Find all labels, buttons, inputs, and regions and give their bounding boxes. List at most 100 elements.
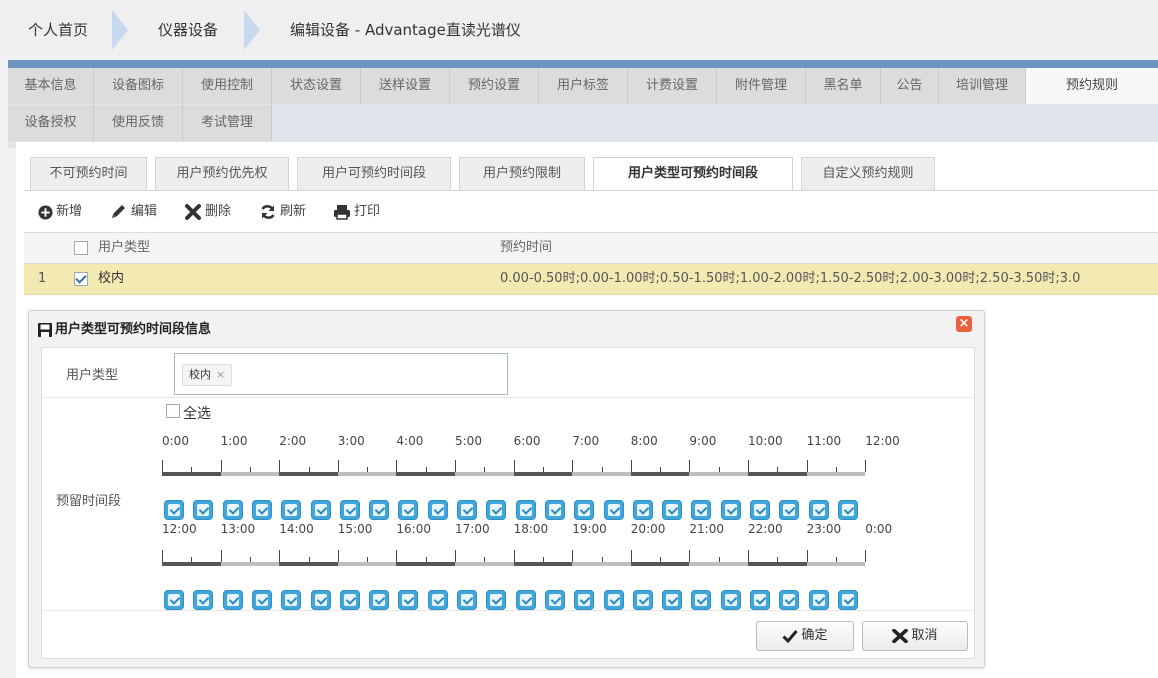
time-slot-checkbox[interactable] [779, 500, 800, 520]
subtab-usertype-time-slots[interactable]: 用户类型可预约时间段 [593, 157, 793, 191]
time-slot-checkbox[interactable] [222, 500, 243, 520]
printer-icon [334, 205, 350, 220]
time-slot-checkbox[interactable] [193, 500, 214, 520]
timeline-segment [337, 562, 397, 566]
time-slot-checkbox[interactable] [603, 590, 624, 610]
subtab-user-priority[interactable]: 用户预约优先权 [155, 157, 289, 190]
breadcrumb-home[interactable]: 个人首页 [28, 10, 88, 50]
column-header-user-type[interactable]: 用户类型 [98, 233, 150, 263]
cancel-button[interactable]: 取消 [862, 621, 968, 651]
time-slot-checkbox[interactable] [164, 590, 184, 610]
time-slot-checkbox[interactable] [222, 590, 243, 610]
timeline-segment [748, 562, 807, 566]
time-slot-checkbox[interactable] [750, 590, 770, 610]
tab-announcement[interactable]: 公告 [881, 68, 939, 104]
subtab-custom-rules[interactable]: 自定义预约规则 [801, 157, 935, 190]
time-slot-checkbox[interactable] [720, 590, 741, 610]
table-row[interactable]: 1 校内 0.00-0.50时;0.00-1.00时;0.50-1.50时;1.… [24, 264, 1158, 295]
time-slot-checkbox[interactable] [369, 500, 390, 520]
time-slot-checkbox[interactable] [164, 500, 184, 520]
time-slot-checkbox[interactable] [808, 500, 829, 520]
time-label: 4:00 [396, 434, 424, 448]
time-label: 16:00 [396, 522, 431, 536]
time-slot-checkbox[interactable] [750, 500, 770, 520]
time-slot-checkbox[interactable] [691, 500, 712, 520]
time-slot-checkbox[interactable] [632, 590, 653, 610]
time-slot-checkbox[interactable] [251, 590, 272, 610]
timeline-segment [396, 472, 455, 476]
subtab-user-limits[interactable]: 用户预约限制 [459, 157, 585, 190]
time-slot-checkbox[interactable] [779, 590, 800, 610]
delete-icon [185, 204, 201, 220]
tab-device-auth[interactable]: 设备授权 [8, 105, 94, 141]
add-button[interactable]: 新增 [38, 200, 82, 224]
time-label: 13:00 [220, 522, 256, 536]
time-slot-checkbox[interactable] [251, 500, 272, 520]
print-button[interactable]: 打印 [333, 200, 380, 224]
row-checkbox[interactable] [74, 272, 88, 286]
time-slot-checkbox[interactable] [632, 500, 653, 520]
tab-basic-info[interactable]: 基本信息 [8, 68, 94, 104]
time-slot-checkbox[interactable] [281, 500, 302, 520]
time-slot-checkbox[interactable] [310, 590, 331, 610]
edit-button[interactable]: 编辑 [110, 200, 157, 224]
tab-sample-settings[interactable]: 送样设置 [361, 68, 450, 104]
tab-status-settings[interactable]: 状态设置 [272, 68, 361, 104]
time-slot-checkbox[interactable] [339, 590, 360, 610]
time-slot-checkbox[interactable] [281, 590, 302, 610]
subtab-user-time-slots[interactable]: 用户可预约时间段 [297, 157, 451, 190]
breadcrumb-instruments[interactable]: 仪器设备 [158, 10, 218, 50]
select-all-checkbox[interactable] [166, 404, 180, 418]
tab-billing-settings[interactable]: 计费设置 [628, 68, 717, 104]
tab-blacklist[interactable]: 黑名单 [806, 68, 881, 104]
confirm-button[interactable]: 确定 [756, 621, 854, 651]
tab-booking-settings[interactable]: 预约设置 [450, 68, 539, 104]
time-slot-checkbox[interactable] [837, 590, 858, 610]
time-label: 9:00 [689, 434, 717, 448]
tab-user-tags[interactable]: 用户标签 [539, 68, 628, 104]
time-slot-checkbox[interactable] [574, 590, 595, 610]
time-slot-checkbox[interactable] [427, 500, 448, 520]
user-type-input[interactable]: 校内 × [174, 353, 508, 395]
tab-booking-rules[interactable]: 预约规则 [1026, 68, 1158, 104]
time-slot-checkbox[interactable] [398, 500, 419, 520]
time-slot-checkbox[interactable] [457, 590, 477, 610]
time-slot-checkbox[interactable] [339, 500, 360, 520]
time-slot-checkbox[interactable] [457, 500, 477, 520]
time-slot-checkbox[interactable] [662, 590, 683, 610]
select-all-rows-checkbox[interactable] [74, 241, 88, 255]
timeline-tick [806, 550, 808, 562]
time-slot-checkbox[interactable] [369, 590, 390, 610]
refresh-button[interactable]: 刷新 [259, 200, 306, 224]
timeline-tick [396, 550, 398, 562]
tab-training[interactable]: 培训管理 [939, 68, 1026, 104]
tab-usage-control[interactable]: 使用控制 [183, 68, 272, 104]
time-slot-checkbox[interactable] [398, 590, 419, 610]
time-slot-checkbox[interactable] [544, 500, 565, 520]
time-slot-checkbox[interactable] [486, 590, 507, 610]
tag-remove-icon[interactable]: × [216, 368, 225, 381]
time-slot-checkbox[interactable] [837, 500, 858, 520]
time-slot-checkbox[interactable] [310, 500, 331, 520]
close-icon[interactable]: × [956, 316, 972, 332]
time-slot-checkbox[interactable] [603, 500, 624, 520]
time-slot-checkbox[interactable] [515, 590, 536, 610]
time-slot-checkbox[interactable] [662, 500, 683, 520]
time-slot-checkbox[interactable] [427, 590, 448, 610]
time-slot-checkbox[interactable] [720, 500, 741, 520]
time-slot-checkbox[interactable] [691, 590, 712, 610]
time-label: 7:00 [572, 434, 600, 448]
subtab-unavailable-time[interactable]: 不可预约时间 [30, 157, 147, 190]
column-header-booking-time[interactable]: 预约时间 [500, 233, 552, 263]
tab-usage-feedback[interactable]: 使用反馈 [94, 105, 183, 141]
time-slot-checkbox[interactable] [808, 590, 829, 610]
time-slot-checkbox[interactable] [486, 500, 507, 520]
time-slot-checkbox[interactable] [515, 500, 536, 520]
tab-device-icon[interactable]: 设备图标 [94, 68, 183, 104]
time-slot-checkbox[interactable] [574, 500, 595, 520]
time-slot-checkbox[interactable] [544, 590, 565, 610]
time-slot-checkbox[interactable] [193, 590, 214, 610]
tab-exam-management[interactable]: 考试管理 [183, 105, 272, 141]
delete-button[interactable]: 删除 [184, 200, 231, 224]
tab-attachments[interactable]: 附件管理 [717, 68, 806, 104]
